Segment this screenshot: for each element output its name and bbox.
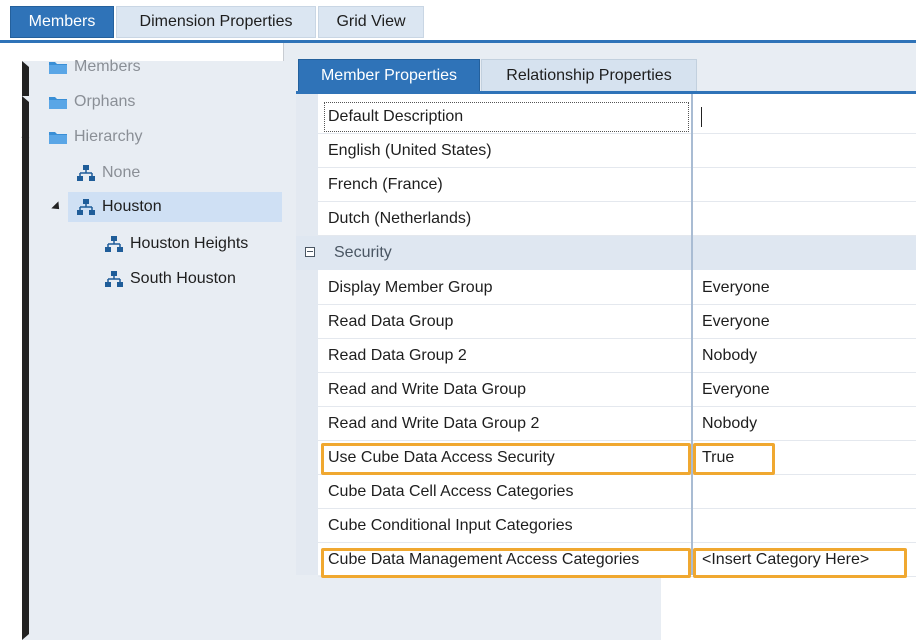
property-row-cube-conditional-input-categories[interactable]: Cube Conditional Input Categories — [318, 509, 916, 543]
tree-item-label: None — [102, 164, 141, 181]
highlight-box-value — [693, 548, 907, 578]
tab-dimension-properties-label: Dimension Properties — [139, 13, 293, 30]
hierarchy-icon — [105, 236, 123, 252]
tree-item-label: Hierarchy — [74, 128, 143, 145]
property-value[interactable]: Everyone — [702, 271, 770, 305]
property-name: Cube Data Cell Access Categories — [328, 483, 574, 500]
property-name: Read Data Group — [328, 313, 454, 330]
property-value[interactable]: Everyone — [702, 373, 770, 407]
property-row-dutch[interactable]: Dutch (Netherlands) — [318, 202, 916, 236]
tab-relationship-properties[interactable]: Relationship Properties — [481, 59, 697, 93]
property-row-cube-data-cell-access-categories[interactable]: Cube Data Cell Access Categories — [318, 475, 916, 509]
property-row-read-write-data-group[interactable]: Read and Write Data Group Everyone — [318, 373, 916, 407]
hierarchy-icon — [105, 271, 123, 287]
tree-item-label: Houston — [102, 198, 162, 215]
property-name: French (France) — [328, 176, 443, 193]
property-name: Cube Conditional Input Categories — [328, 517, 573, 534]
property-row-read-data-group[interactable]: Read Data Group Everyone — [318, 305, 916, 339]
tab-member-properties-label: Member Properties — [320, 67, 458, 84]
tree-item-label: South Houston — [130, 270, 236, 287]
tab-members-label: Members — [28, 13, 96, 30]
tab-member-properties[interactable]: Member Properties — [298, 59, 480, 93]
category-label: Security — [334, 244, 392, 261]
property-row-read-data-group-2[interactable]: Read Data Group 2 Nobody — [318, 339, 916, 373]
property-row-french[interactable]: French (France) — [318, 168, 916, 202]
highlight-box-name — [321, 443, 691, 475]
property-name: English (United States) — [328, 142, 492, 159]
tree-item-houston[interactable]: Houston — [68, 192, 282, 222]
highlight-box-value — [693, 443, 775, 475]
folder-icon — [49, 62, 67, 74]
hierarchy-icon — [77, 165, 95, 181]
tab-grid-view-label: Grid View — [336, 13, 406, 30]
tab-grid-view[interactable]: Grid View — [318, 6, 424, 38]
tab-relationship-properties-label: Relationship Properties — [506, 67, 672, 84]
tab-members[interactable]: Members — [10, 6, 114, 38]
tree-item-orphans[interactable]: Orphans — [48, 87, 135, 117]
highlight-box-name — [321, 548, 691, 578]
tab-dimension-properties[interactable]: Dimension Properties — [116, 6, 316, 38]
property-name: Display Member Group — [328, 279, 493, 296]
tree-item-label: Orphans — [74, 93, 136, 110]
tree-item-hierarchy[interactable]: Hierarchy — [48, 122, 142, 152]
tree-item-label: Members — [74, 58, 141, 75]
property-value[interactable]: Nobody — [702, 339, 757, 373]
property-name: Read Data Group 2 — [328, 347, 467, 364]
property-row-english[interactable]: English (United States) — [318, 134, 916, 168]
property-name: Read and Write Data Group 2 — [328, 415, 540, 432]
folder-icon — [49, 132, 67, 144]
tree-item-south-houston[interactable]: South Houston — [104, 264, 236, 294]
folder-icon — [49, 97, 67, 109]
member-tree: Members Orphans Hierarchy None Houston H… — [0, 43, 661, 640]
hierarchy-icon — [77, 199, 95, 215]
text-caret — [701, 107, 702, 127]
property-row-read-write-data-group-2[interactable]: Read and Write Data Group 2 Nobody — [318, 407, 916, 441]
tree-item-members[interactable]: Members — [48, 52, 141, 82]
column-splitter[interactable] — [691, 94, 693, 575]
property-value[interactable]: Everyone — [702, 305, 770, 339]
grid-gutter — [296, 94, 318, 575]
collapse-icon[interactable] — [305, 247, 315, 257]
tree-item-label: Houston Heights — [130, 235, 249, 252]
top-tab-strip: Members Dimension Properties Grid View — [0, 0, 916, 43]
property-grid: Default Description English (United Stat… — [296, 94, 916, 578]
property-name: Dutch (Netherlands) — [328, 210, 472, 227]
property-name: Read and Write Data Group — [328, 381, 527, 398]
category-row-security[interactable]: Security — [296, 236, 916, 270]
properties-panel: Member Properties Relationship Propertie… — [284, 43, 916, 578]
property-value[interactable]: Nobody — [702, 407, 757, 441]
tree-item-houston-heights[interactable]: Houston Heights — [104, 229, 248, 259]
focus-outline — [324, 102, 689, 132]
tree-item-none[interactable]: None — [76, 158, 140, 188]
property-row-display-member-group[interactable]: Display Member Group Everyone — [318, 271, 916, 305]
